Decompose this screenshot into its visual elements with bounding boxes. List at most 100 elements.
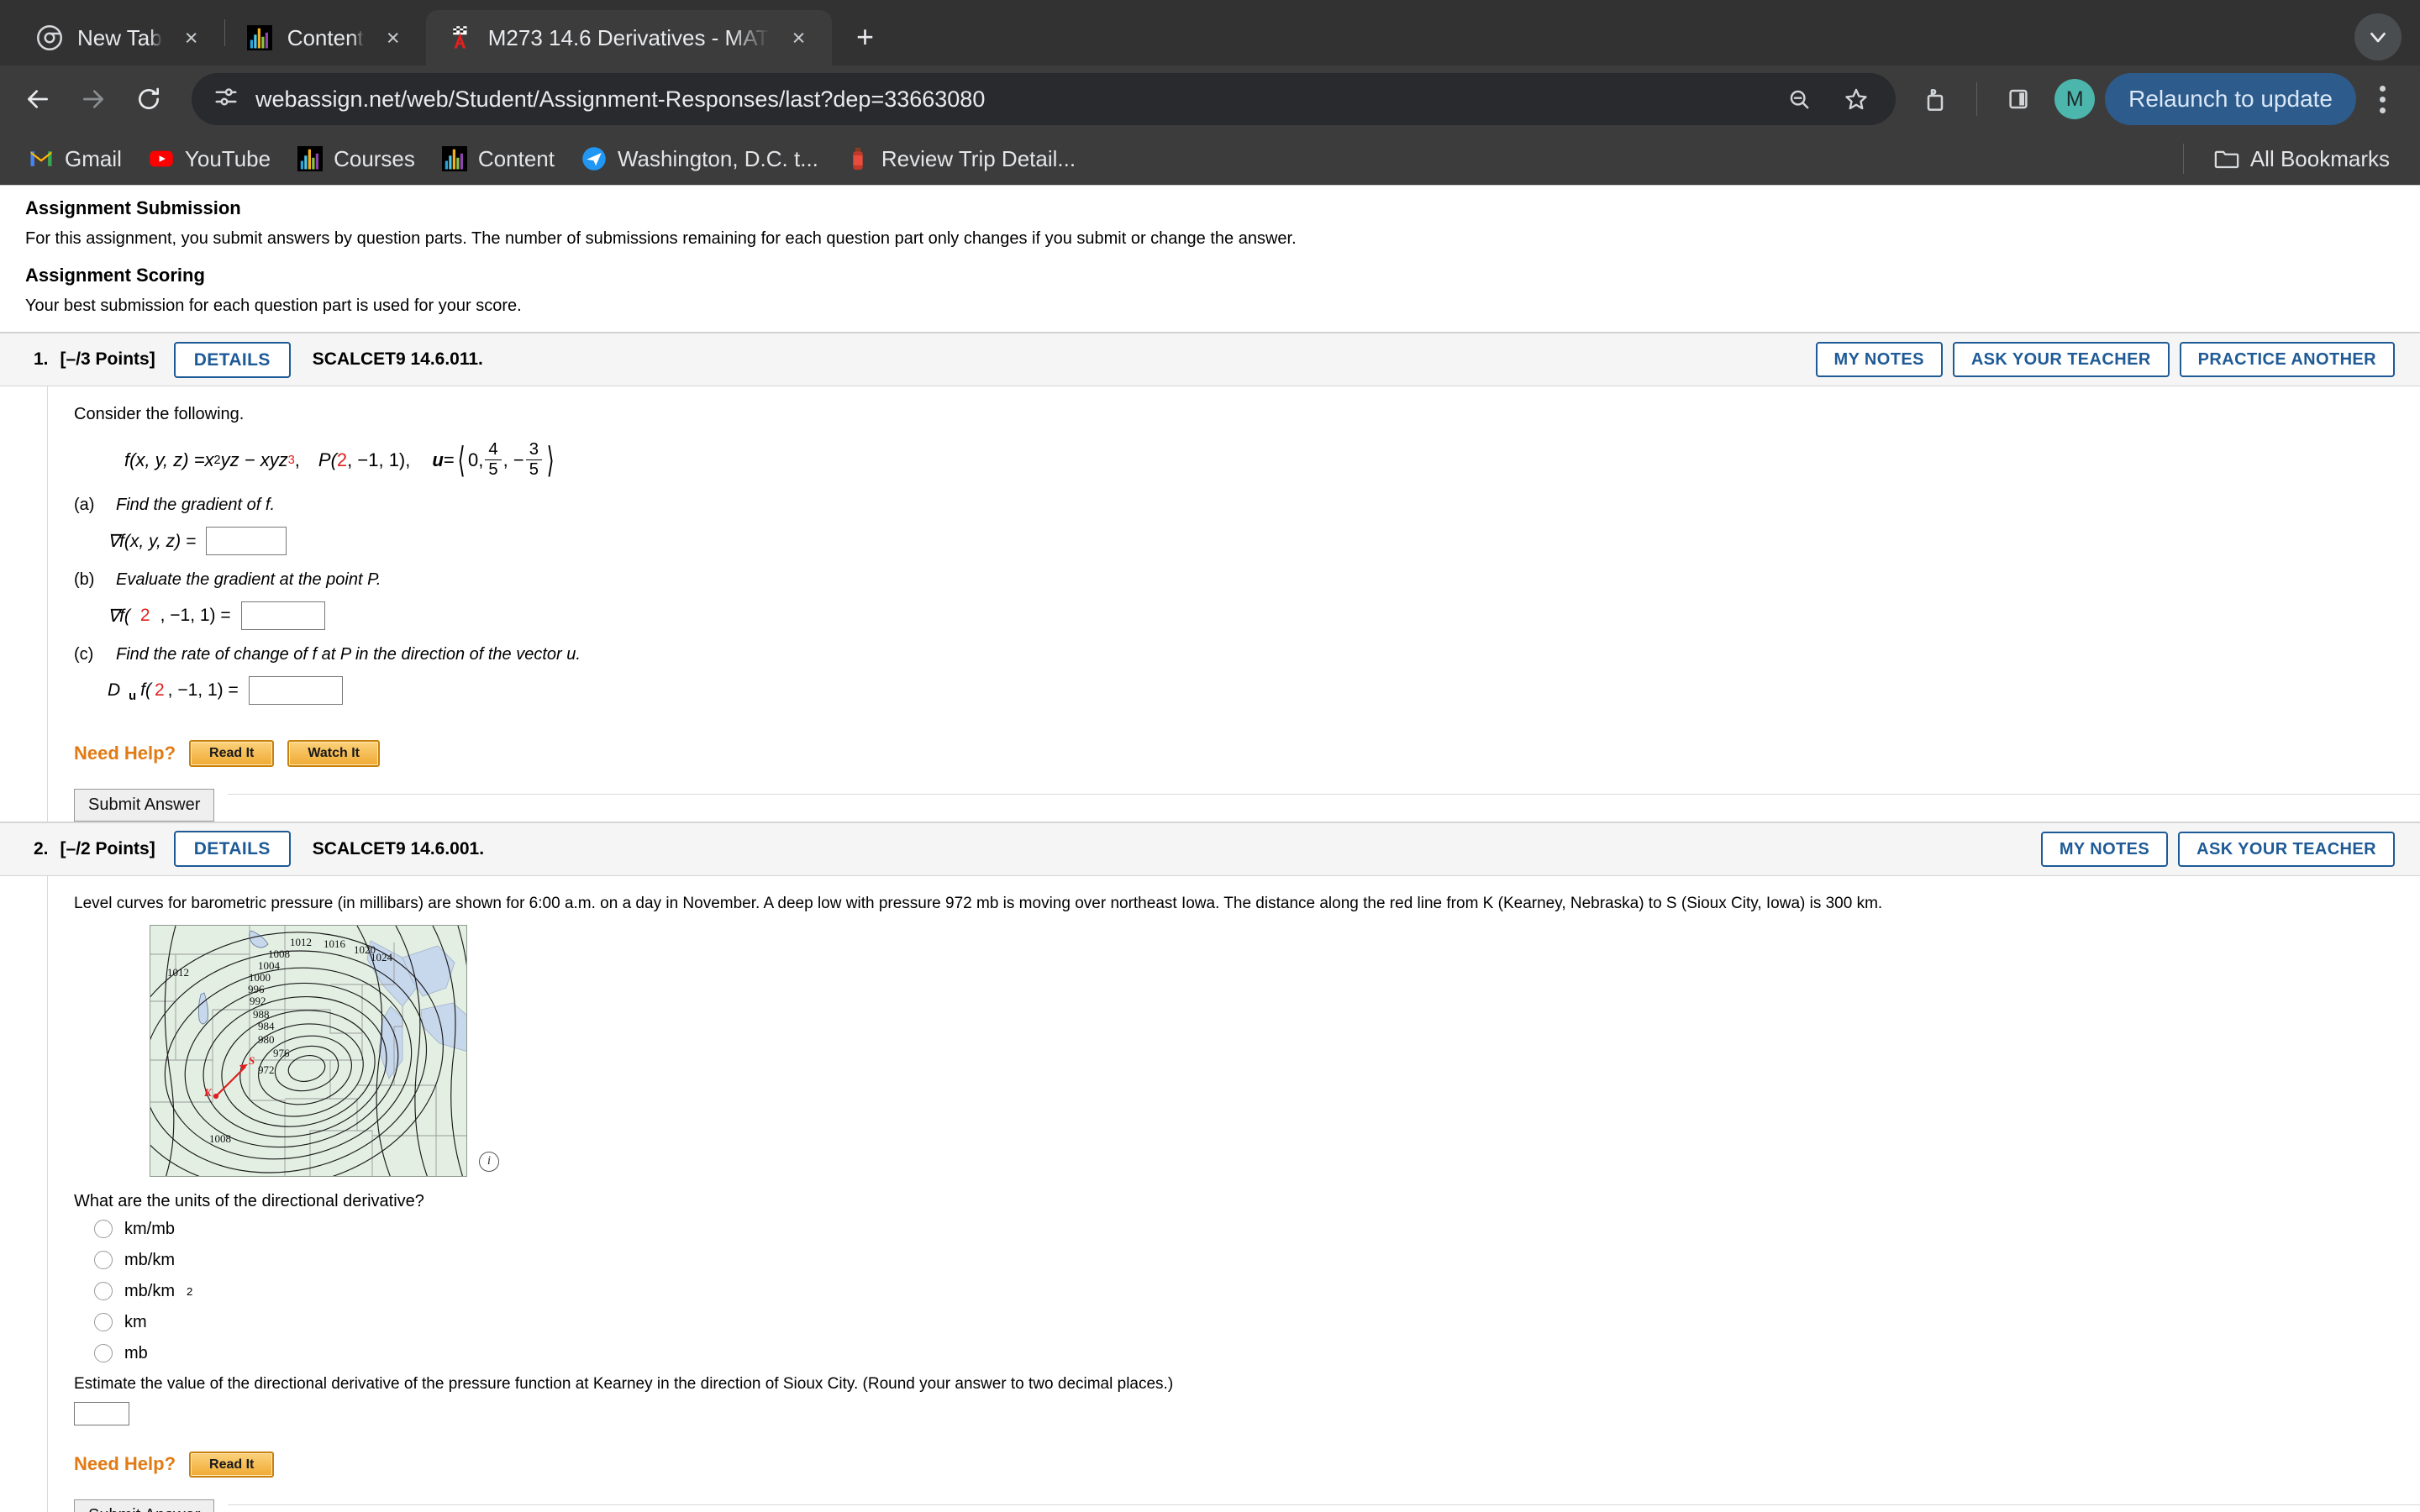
part-c-answer-input[interactable] [248,676,343,705]
bookmark-youtube[interactable]: YouTube [135,141,284,177]
math-comma: , [294,449,300,470]
forward-arrow-icon[interactable] [67,73,119,125]
chevron-down-icon[interactable] [2354,13,2402,60]
read-it-button[interactable]: Read It [189,1451,275,1478]
bar-chart-icon [441,146,467,171]
question-1-part-b: (b) Evaluate the gradient at the point P… [74,570,2420,630]
contour-label-1012-top: 1012 [290,936,312,948]
u-fraction-1: 4 5 [485,440,502,479]
close-icon[interactable]: × [177,24,206,52]
relaunch-to-update-button[interactable]: Relaunch to update [2105,73,2356,125]
close-icon[interactable]: × [785,24,813,52]
part-b-answer-row: ∇f( 2 , −1, 1) = [108,601,2420,630]
submit-answer-button[interactable]: Submit Answer [74,1499,215,1512]
extensions-icon[interactable] [1909,73,1961,125]
radio-option-mb-per-km-squared[interactable]: mb/km 2 [94,1282,2420,1301]
watch-it-button[interactable]: Watch It [287,740,380,767]
back-arrow-icon[interactable] [12,73,64,125]
question-2-header: 2. [–/2 Points] DETAILS SCALCET9 14.6.00… [0,822,2420,876]
contour-label-976: 976 [273,1047,290,1059]
question-2-prompt: Level curves for barometric pressure (in… [74,894,1883,912]
part-c-answer-row: D u f( 2 , −1, 1) = [108,676,2420,705]
reload-icon[interactable] [123,73,175,125]
bookmark-label: Gmail [65,145,122,171]
new-tab-button[interactable]: + [844,15,887,59]
part-a-answer-label: ∇f(x, y, z) = [108,531,197,551]
tab-title: Content [287,24,364,50]
details-button[interactable]: DETAILS [173,341,291,378]
u-label: u [432,449,444,470]
browser-toolbar: webassign.net/web/Student/Assignment-Res… [0,66,2420,133]
radio-button[interactable] [94,1251,113,1270]
question-points: [–/3 Points] [60,349,155,369]
part-c-label: (c) [74,645,94,664]
browser-tab-new-tab[interactable]: New Tab × [15,10,224,66]
submit-divider [228,793,2420,795]
star-icon[interactable] [1830,73,1882,125]
question-1-part-c: (c) Find the rate of change of f at P in… [74,645,2420,705]
kebab-menu-icon[interactable] [2363,73,2402,125]
u-first: 0, [468,449,484,470]
avatar[interactable]: M [2054,79,2096,119]
question-points: [–/2 Points] [60,838,155,858]
site-settings-icon[interactable] [213,85,239,114]
airplane-icon [581,146,607,171]
browser-tab-content[interactable]: Content × [224,10,426,66]
part-b-answer-label-post: , −1, 1) = [160,606,231,625]
tab-title: M273 14.6 Derivatives - MAT [487,24,770,50]
question-code: SCALCET9 14.6.001. [312,838,485,858]
radio-option-km[interactable]: km [94,1313,2420,1332]
info-icon[interactable]: i [479,1151,499,1172]
my-notes-button[interactable]: MY NOTES [1815,342,1943,377]
question-2: 2. [–/2 Points] DETAILS SCALCET9 14.6.00… [0,822,2420,1512]
side-panel-icon[interactable] [1992,73,2044,125]
all-bookmarks-label: All Bookmarks [2249,145,2390,171]
submit-answer-button[interactable]: Submit Answer [74,788,215,822]
estimate-answer-input[interactable] [74,1401,129,1425]
f-exp-2: 2 [213,453,221,467]
address-bar[interactable]: webassign.net/web/Student/Assignment-Res… [192,73,1897,125]
ask-your-teacher-button[interactable]: ASK YOUR TEACHER [2178,831,2395,867]
question-1-submit-row: Submit Answer [74,788,2420,822]
question-1-header: 1. [–/3 Points] DETAILS SCALCET9 14.6.01… [0,333,2420,386]
part-b-answer-input[interactable] [240,601,325,630]
part-a-answer-input[interactable] [206,527,287,555]
bookmark-courses[interactable]: Courses [284,141,429,177]
radio-option-mb[interactable]: mb [94,1344,2420,1363]
bookmark-washington-dc[interactable]: Washington, D.C. t... [568,141,832,177]
webassign-page: Assignment Submission For this assignmen… [0,185,2420,1512]
radio-button[interactable] [94,1282,113,1301]
my-notes-button[interactable]: MY NOTES [2040,831,2169,867]
radio-button[interactable] [94,1313,113,1332]
all-bookmarks-button[interactable]: All Bookmarks [2201,141,2403,177]
directional-derivative-units-options: km/mb mb/km mb/km 2 km mb [94,1220,2420,1363]
omnibox-actions [1773,73,1882,125]
url-text[interactable]: webassign.net/web/Student/Assignment-Res… [255,87,1756,113]
radio-button[interactable] [94,1220,113,1239]
zoom-out-icon[interactable] [1773,73,1825,125]
question-2-body: Level curves for barometric pressure (in… [0,875,2420,1512]
read-it-button[interactable]: Read It [189,740,275,767]
radio-label: km/mb [124,1219,175,1238]
u-num-1: 4 [485,440,502,460]
submit-divider [228,1504,2420,1506]
radio-option-mb-per-km[interactable]: mb/km [94,1251,2420,1270]
ask-your-teacher-button[interactable]: ASK YOUR TEACHER [1952,342,2170,377]
bookmark-gmail[interactable]: Gmail [15,141,135,177]
contour-label-980: 980 [258,1033,275,1046]
bookmark-label: Content [477,145,555,171]
bookmark-label: Review Trip Detail... [881,145,1076,171]
radio-option-km-per-mb[interactable]: km/mb [94,1220,2420,1239]
radio-label-superscript: 2 [187,1284,193,1298]
bookmark-review-trip-details[interactable]: Review Trip Detail... [832,141,1089,177]
browser-tab-m273-derivatives[interactable]: M273 14.6 Derivatives - MAT × [425,10,832,66]
radio-button[interactable] [94,1344,113,1363]
u-fraction-2: 3 5 [525,440,542,479]
practice-another-button[interactable]: PRACTICE ANOTHER [2179,342,2395,377]
part-b-answer-label-pre: ∇f( [108,606,130,626]
bookmark-content[interactable]: Content [429,141,568,177]
part-c-text: Find the rate of change of f at P in the… [116,645,581,664]
details-button[interactable]: DETAILS [173,831,291,868]
contour-label-1004: 1004 [258,959,281,972]
close-icon[interactable]: × [379,24,408,52]
